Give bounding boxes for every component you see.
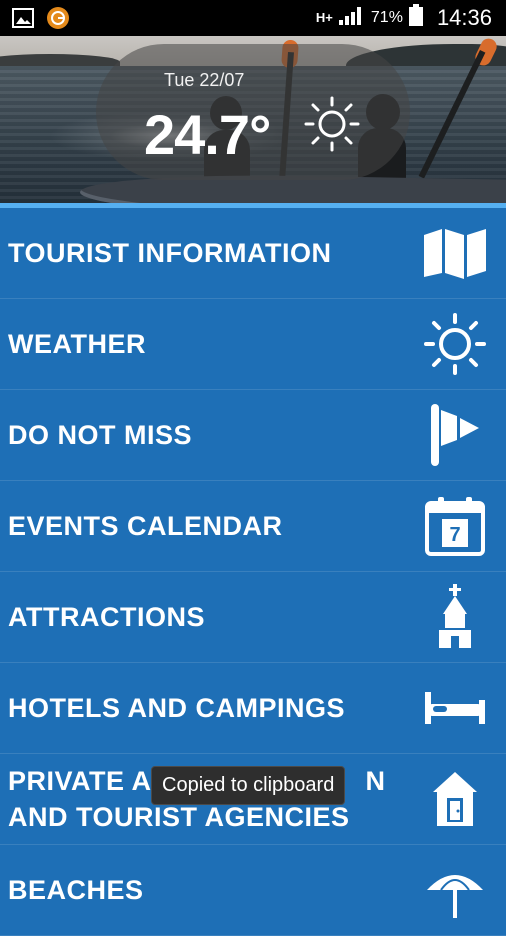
menu-item-label: EVENTS CALENDAR: [8, 511, 283, 541]
menu-item-label: HOTELS AND CAMPINGS: [8, 693, 346, 723]
flag-icon: [420, 400, 490, 470]
house-icon: [420, 764, 490, 834]
map-icon: [420, 218, 490, 288]
menu-item-label-tail: N: [365, 766, 386, 796]
weather-temperature: 24.7°: [144, 103, 271, 166]
calendar-icon: 7: [420, 491, 490, 561]
hero-weather-banner[interactable]: Tue 22/07 24.7°: [0, 36, 506, 204]
menu-item-label: WEATHER: [8, 329, 146, 359]
menu-item-weather[interactable]: WEATHER: [0, 299, 506, 390]
calendar-day: 7: [449, 524, 460, 546]
notification-icons: [12, 6, 70, 35]
menu-item-beaches[interactable]: BEACHES: [0, 845, 506, 936]
image-notification-icon: [12, 8, 34, 33]
clipboard-toast: Copied to clipboard: [151, 766, 346, 805]
sun-icon: [302, 94, 362, 154]
battery-icon: [408, 4, 423, 31]
menu-item-label-line1: PRIVATE AC: [8, 766, 172, 796]
signal-icon: [338, 5, 365, 30]
menu-item-label: ATTRACTIONS: [8, 602, 205, 632]
menu-item-events-calendar[interactable]: EVENTS CALENDAR 7: [0, 481, 506, 572]
menu-item-hotels-and-campings[interactable]: HOTELS AND CAMPINGS: [0, 663, 506, 754]
menu-item-attractions[interactable]: ATTRACTIONS: [0, 572, 506, 663]
weather-date: Tue 22/07: [164, 70, 245, 90]
umbrella-icon: [420, 855, 490, 925]
battery-percent: 71%: [370, 8, 403, 26]
church-icon: [420, 582, 490, 652]
bed-icon: [420, 673, 490, 743]
status-bar: H+ 71% 14:36: [0, 0, 506, 36]
app-notification-icon: [46, 6, 70, 35]
menu-item-label: DO NOT MISS: [8, 420, 193, 450]
system-status: H+ 71% 14:36: [316, 4, 492, 31]
clock: 14:36: [436, 4, 492, 30]
menu-item-label: BEACHES: [8, 875, 144, 905]
menu-item-label: TOURIST INFORMATION: [8, 238, 332, 268]
menu-item-label-line2: AND TOURIST AGENCIES: [8, 802, 350, 832]
menu-item-tourist-information[interactable]: TOURIST INFORMATION: [0, 208, 506, 299]
network-type: H+: [315, 10, 333, 25]
menu-item-do-not-miss[interactable]: DO NOT MISS: [0, 390, 506, 481]
sun-icon: [420, 309, 490, 379]
